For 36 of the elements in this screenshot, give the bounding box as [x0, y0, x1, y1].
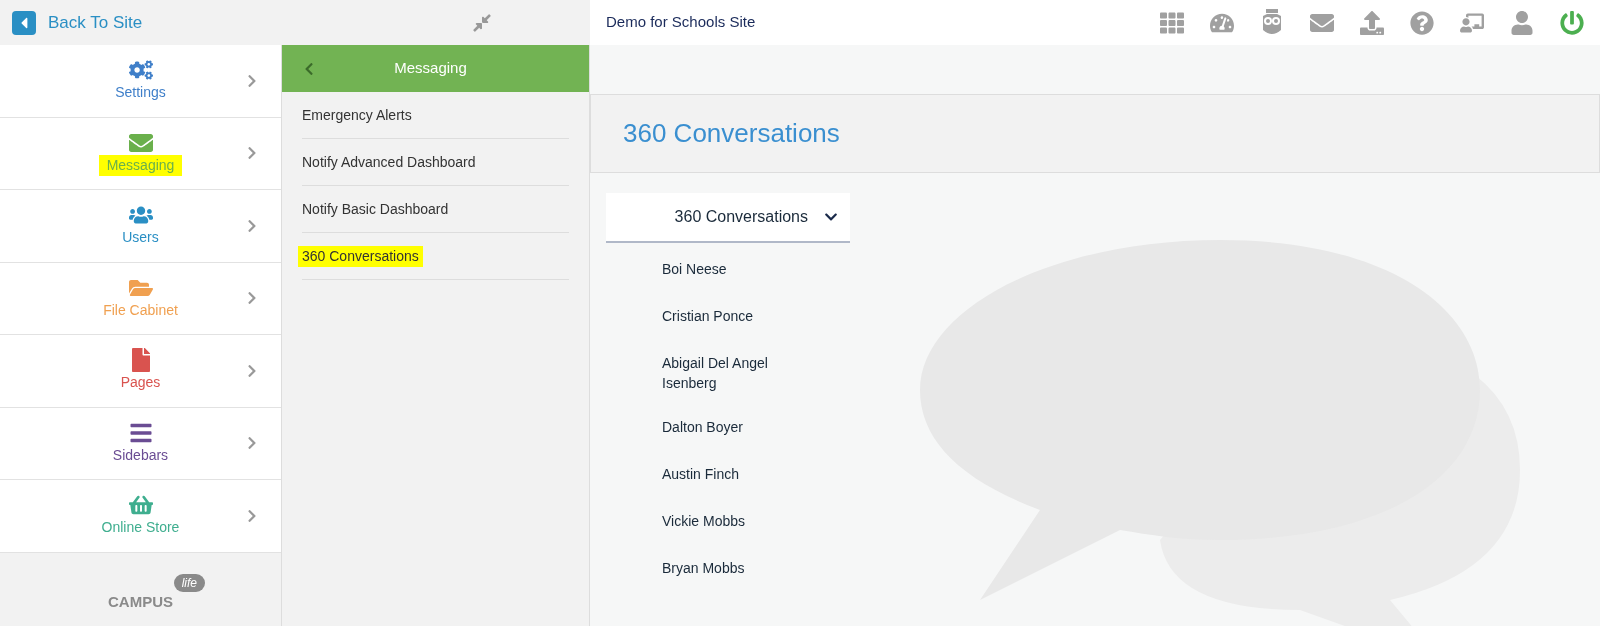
submenu-item[interactable]: Notify Basic Dashboard	[302, 198, 449, 220]
presenter-icon[interactable]	[1460, 10, 1484, 35]
upload-icon[interactable]	[1360, 10, 1384, 35]
back-icon	[12, 10, 36, 35]
conversation-dropdown[interactable]: 360 Conversations	[606, 193, 850, 243]
power-icon[interactable]	[1560, 10, 1584, 35]
person-item[interactable]: Austin Finch	[662, 464, 740, 484]
nav-item[interactable]: Sidebars	[0, 407, 281, 480]
nav-label: File Cabinet	[102, 300, 179, 320]
submenu-item[interactable]: 360 Conversations	[298, 245, 423, 267]
user-icon[interactable]	[1510, 10, 1534, 35]
logo-tag: life	[173, 574, 205, 592]
person-item[interactable]: Boi Neese	[662, 259, 727, 279]
nav-item[interactable]: Users	[0, 190, 281, 263]
nav-label: Pages	[119, 373, 162, 393]
person-item[interactable]: Dalton Boyer	[662, 417, 743, 437]
submenu-item[interactable]: Emergency Alerts	[302, 104, 412, 126]
grid-icon[interactable]	[1160, 10, 1184, 35]
person-item[interactable]: Cristian Ponce	[662, 306, 754, 326]
nav-label: Settings	[114, 83, 167, 103]
help-icon[interactable]	[1410, 10, 1434, 35]
submenu-item[interactable]: Notify Advanced Dashboard	[302, 151, 476, 173]
submenu-title: Messaging	[393, 58, 468, 79]
page-title: 360 Conversations	[623, 117, 840, 150]
nav-item[interactable]: Pages	[0, 335, 281, 408]
nav-item[interactable]: Settings	[0, 45, 281, 118]
person-item[interactable]: Abigail Del Angel Isenberg	[662, 353, 796, 393]
nav-label: Online Store	[100, 518, 181, 538]
person-item[interactable]: Bryan Mobbs	[662, 558, 745, 578]
logo-text: CAMPUS	[108, 593, 173, 610]
collapse-icon[interactable]	[472, 12, 492, 33]
site-title: Demo for Schools Site	[606, 12, 756, 33]
person-item[interactable]: Vickie Mobbs	[662, 511, 745, 531]
nav-label: Messaging	[98, 154, 183, 176]
nav-label: Users	[121, 228, 160, 248]
nav-label: Sidebars	[111, 445, 170, 465]
